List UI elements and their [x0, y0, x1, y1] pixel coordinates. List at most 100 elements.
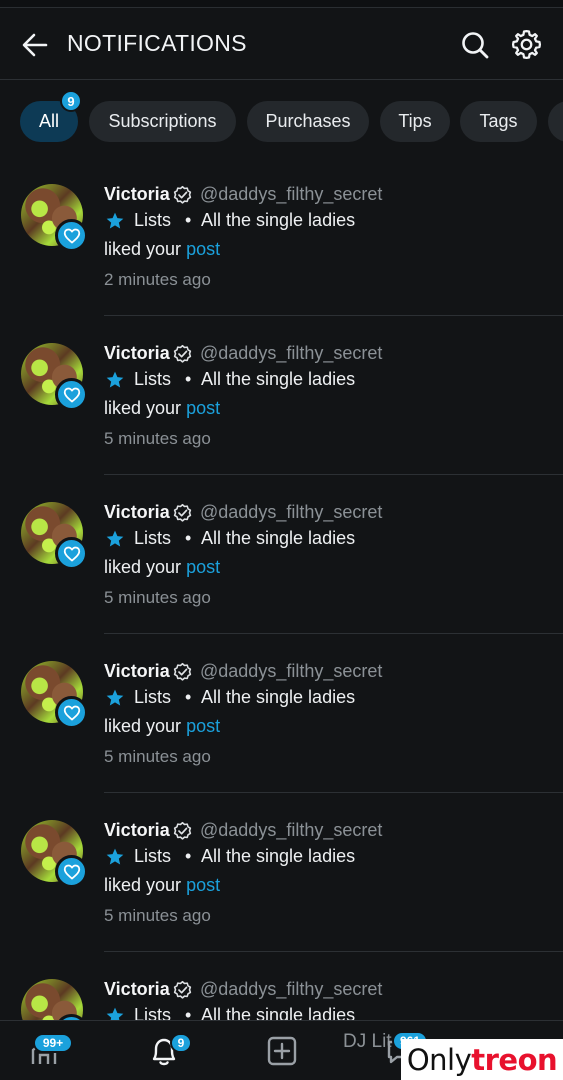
filter-chip-label: Purchases: [265, 111, 351, 131]
notification-item[interactable]: Victoria @daddys_filthy_secret Lists • All t…: [0, 661, 563, 820]
separator-dot: •: [185, 846, 192, 866]
notification-item[interactable]: Victoria @daddys_filthy_secret Lists • All t…: [0, 343, 563, 502]
user-name[interactable]: Victoria: [104, 343, 170, 364]
user-name[interactable]: Victoria: [104, 820, 170, 841]
separator-dot: •: [185, 528, 192, 548]
list-name[interactable]: All the single ladies: [201, 528, 355, 549]
post-link[interactable]: post: [186, 557, 220, 577]
post-link[interactable]: post: [186, 239, 220, 259]
notification-item[interactable]: Victoria @daddys_filthy_secret Lists • All t…: [0, 820, 563, 979]
filter-chip-label: Subscriptions: [108, 111, 217, 131]
gear-icon: [511, 29, 542, 60]
like-badge: [55, 855, 88, 888]
timestamp: 5 minutes ago: [104, 906, 211, 925]
like-badge: [55, 219, 88, 252]
notification-action: liked your post: [104, 239, 220, 260]
action-text: liked your: [104, 557, 182, 577]
all-count-badge: 9: [60, 90, 82, 112]
divider: [104, 474, 563, 475]
star-icon: [106, 371, 124, 388]
divider: [104, 315, 563, 316]
heart-icon: [63, 228, 80, 243]
verified-icon: [173, 821, 192, 840]
verified-icon: [173, 185, 192, 204]
filter-chip-label: Tips: [398, 111, 432, 131]
like-badge: [55, 378, 88, 411]
user-handle[interactable]: @daddys_filthy_secret: [200, 343, 382, 364]
filter-chips: All Subscriptions Purchases Tips Tags: [20, 101, 563, 143]
user-name[interactable]: Victoria: [104, 661, 170, 682]
page-title: NOTIFICATIONS: [67, 30, 247, 56]
settings-button[interactable]: [510, 28, 543, 61]
filter-chip-more[interactable]: [548, 101, 563, 142]
list-name[interactable]: All the single ladies: [201, 687, 355, 708]
heart-icon: [63, 387, 80, 402]
notification-action: liked your post: [104, 398, 220, 419]
home-badge: 99+: [33, 1033, 73, 1053]
notifications-badge: 9: [170, 1033, 192, 1053]
user-handle[interactable]: @daddys_filthy_secret: [200, 979, 382, 1000]
notification-item[interactable]: Victoria @daddys_filthy_secret Lists • All t…: [0, 502, 563, 661]
separator-dot: •: [185, 210, 192, 230]
user-handle[interactable]: @daddys_filthy_secret: [200, 502, 382, 523]
filter-chip-tags[interactable]: Tags: [460, 101, 537, 142]
star-icon: [106, 848, 124, 865]
timestamp: 5 minutes ago: [104, 588, 211, 607]
heart-icon: [63, 705, 80, 720]
list-name[interactable]: All the single ladies: [201, 846, 355, 867]
notification-action: liked your post: [104, 716, 220, 737]
timestamp: 2 minutes ago: [104, 270, 211, 289]
post-link[interactable]: post: [186, 875, 220, 895]
divider: [104, 792, 563, 793]
filter-chip-tips[interactable]: Tips: [380, 101, 450, 142]
list-label: Lists: [134, 846, 172, 866]
plus-square-icon: [267, 1036, 297, 1066]
star-icon: [106, 689, 124, 706]
user-name[interactable]: Victoria: [104, 502, 170, 523]
action-text: liked your: [104, 716, 182, 736]
heart-icon: [63, 546, 80, 561]
divider: [104, 951, 563, 952]
post-link[interactable]: post: [186, 716, 220, 736]
nav-new-post[interactable]: [264, 1021, 300, 1080]
user-handle[interactable]: @daddys_filthy_secret: [200, 184, 382, 205]
star-icon: [106, 1007, 124, 1020]
user-handle[interactable]: @daddys_filthy_secret: [200, 820, 382, 841]
filter-chip-label: Tags: [479, 111, 518, 131]
action-text: liked your: [104, 239, 182, 259]
search-icon: [462, 32, 489, 59]
verified-icon: [173, 980, 192, 999]
watermark-part2: treon: [471, 1042, 558, 1077]
user-name[interactable]: Victoria: [104, 184, 170, 205]
list-label: Lists: [134, 528, 172, 548]
back-button[interactable]: [20, 30, 50, 60]
user-name[interactable]: Victoria: [104, 979, 170, 1000]
verified-icon: [173, 503, 192, 522]
notification-action: liked your post: [104, 557, 220, 578]
like-badge: [55, 537, 88, 570]
list-label: Lists: [134, 210, 172, 230]
search-button[interactable]: [459, 29, 491, 61]
header: NOTIFICATIONS: [0, 8, 563, 80]
notification-item[interactable]: Victoria @daddys_filthy_secret Lists • All t…: [0, 979, 563, 1020]
list-name[interactable]: All the single ladies: [201, 1005, 355, 1020]
list-name[interactable]: All the single ladies: [201, 369, 355, 390]
timestamp: 5 minutes ago: [104, 429, 211, 448]
post-link[interactable]: post: [186, 398, 220, 418]
list-label: Lists: [134, 369, 172, 389]
action-text: liked your: [104, 875, 182, 895]
separator-dot: •: [185, 1005, 192, 1020]
list-label: Lists: [134, 1005, 172, 1020]
list-name[interactable]: All the single ladies: [201, 210, 355, 231]
user-handle[interactable]: @daddys_filthy_secret: [200, 661, 382, 682]
filter-chip-label: All: [38, 111, 59, 131]
notification-item[interactable]: Victoria @daddys_filthy_secret Lists • All t…: [0, 184, 563, 343]
star-icon: [106, 212, 124, 229]
star-icon: [106, 530, 124, 547]
separator-dot: •: [185, 687, 192, 707]
status-bar-edge: [0, 0, 563, 8]
filter-chip-purchases[interactable]: Purchases: [247, 101, 369, 142]
filter-chip-subscriptions[interactable]: Subscriptions: [89, 101, 236, 142]
divider: [104, 633, 563, 634]
arrow-left-icon: [22, 33, 48, 57]
